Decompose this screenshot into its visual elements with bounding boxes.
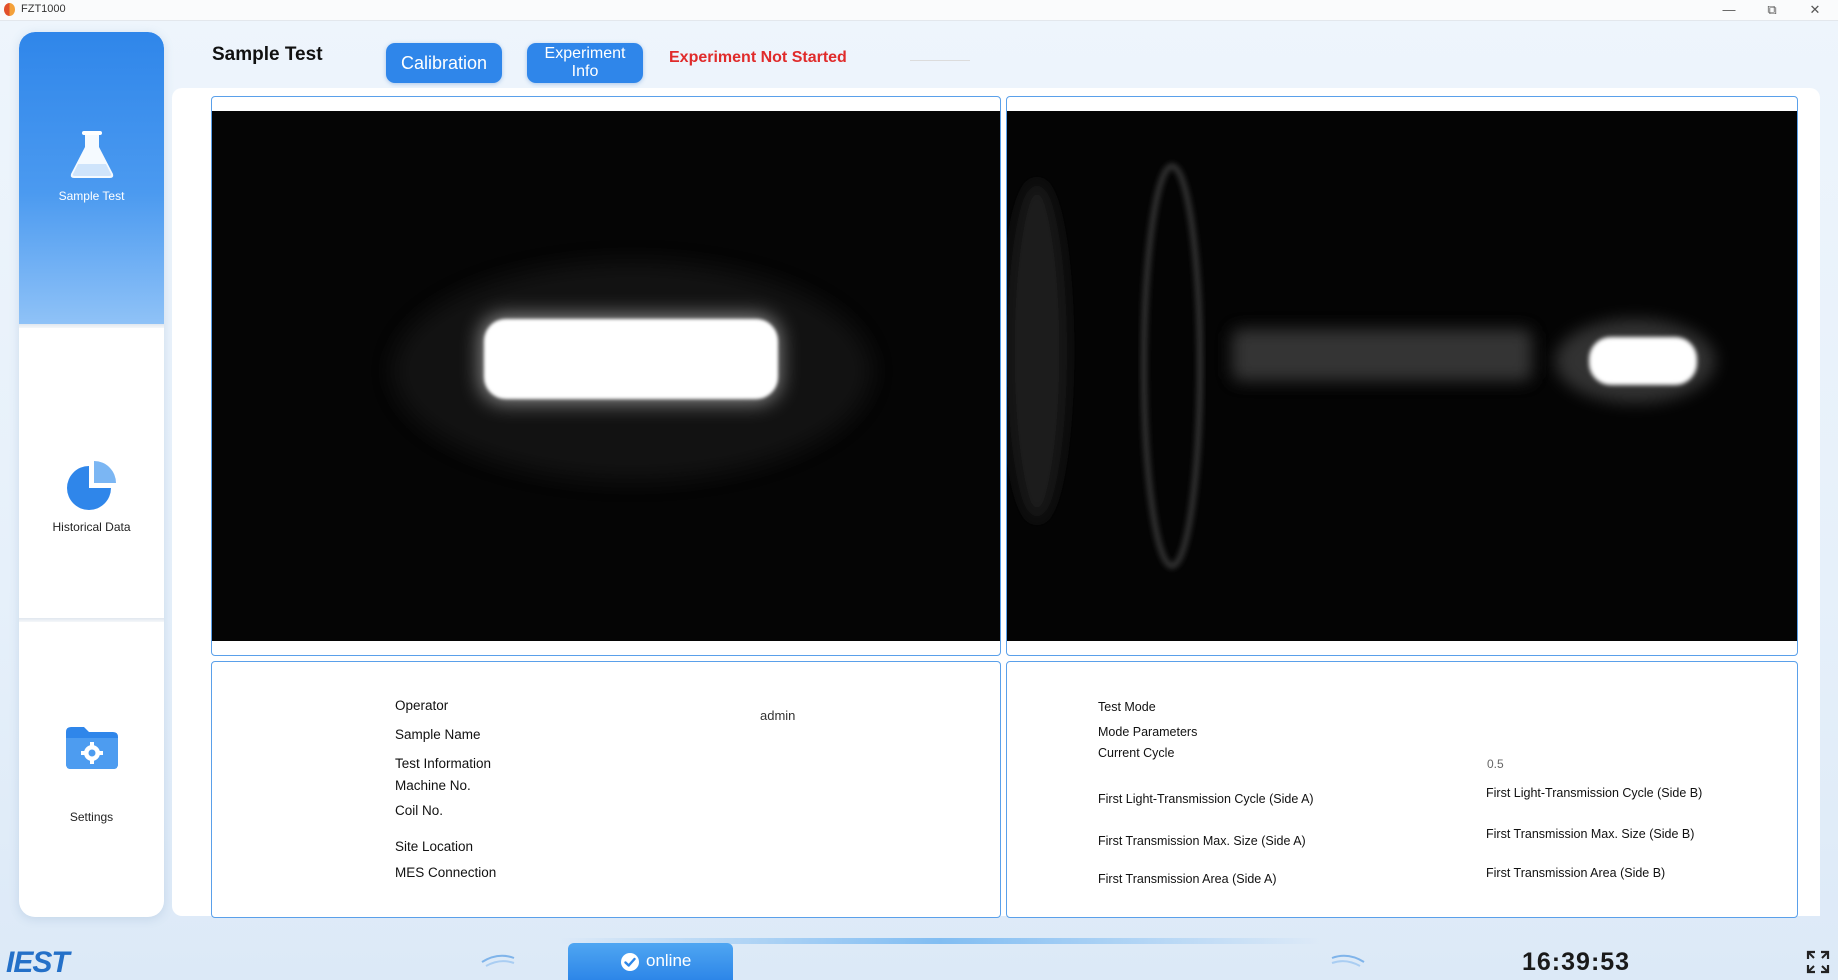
camera-image-a (212, 111, 1000, 641)
machine-no-label: Machine No. (395, 778, 471, 793)
first-cycle-side-a-label: First Light-Transmission Cycle (Side A) (1098, 792, 1314, 806)
test-information-label: Test Information (395, 756, 492, 771)
experiment-info-label-line1: Experiment (544, 45, 626, 62)
fullscreen-icon[interactable] (1806, 950, 1830, 974)
sidebar: Sample Test Historical Data Settings (19, 32, 164, 917)
first-area-side-a-label: First Transmission Area (Side A) (1098, 872, 1277, 886)
first-cycle-side-b-label: First Light-Transmission Cycle (Side B) (1486, 786, 1703, 800)
wave-right-icon (1331, 954, 1365, 967)
coil-no-label: Coil No. (395, 803, 444, 818)
check-circle-icon (621, 953, 639, 971)
operator-value: admin (760, 708, 796, 723)
sidebar-item-sample-test[interactable]: Sample Test (19, 32, 164, 324)
minimize-button[interactable]: — (1714, 0, 1744, 20)
app-title: FZT1000 (21, 3, 66, 15)
camera-view-side-a (211, 96, 1001, 656)
pie-chart-icon (67, 461, 116, 510)
current-cycle-label: Current Cycle (1098, 746, 1175, 760)
calibration-button-label: Calibration (400, 53, 488, 73)
camera-feed-b (1007, 111, 1797, 641)
sample-name-label: Sample Name (395, 727, 481, 742)
online-status-badge: online (568, 943, 733, 980)
test-mode-label: Test Mode (1098, 700, 1156, 714)
close-button[interactable]: ✕ (1800, 0, 1830, 20)
brand-logo: IEST (6, 946, 70, 979)
clock: 16:39:53 (1522, 948, 1631, 976)
sidebar-item-label: Sample Test (58, 189, 125, 203)
operator-label: Operator (395, 698, 449, 713)
info-panel-right: Test Mode Mode Parameters Current Cycle … (1006, 661, 1798, 918)
sidebar-item-label: Settings (69, 810, 114, 824)
sidebar-item-settings[interactable]: Settings (19, 622, 164, 917)
site-location-label: Site Location (395, 839, 474, 854)
camera-view-side-b (1006, 96, 1798, 656)
mes-connection-label: MES Connection (395, 865, 497, 880)
first-max-size-side-a-label: First Transmission Max. Size (Side A) (1098, 834, 1306, 848)
sidebar-item-historical-data[interactable]: Historical Data (19, 328, 164, 618)
mode-parameters-label: Mode Parameters (1098, 725, 1198, 739)
calibration-button[interactable]: Calibration (386, 43, 502, 83)
experiment-status: Experiment Not Started (669, 49, 847, 66)
info-panel-left: Operator admin Sample Name Test Informat… (211, 661, 1001, 918)
app-logo-icon (4, 3, 15, 16)
camera-feed-a (212, 111, 1000, 641)
experiment-info-button[interactable]: Experiment Info (527, 43, 643, 83)
experiment-info-label-line2: Info (571, 63, 599, 80)
current-cycle-value: 0.5 (1487, 757, 1504, 771)
wave-left-icon (481, 954, 515, 967)
title-bar: FZT1000 — ⧉ ✕ (0, 0, 1838, 21)
gear-folder-icon (66, 727, 118, 769)
sidebar-item-label: Historical Data (52, 520, 131, 534)
page-title: Sample Test (212, 44, 323, 65)
flask-icon (70, 131, 114, 178)
online-status-label: online (646, 951, 692, 970)
first-max-size-side-b-label: First Transmission Max. Size (Side B) (1486, 827, 1695, 841)
camera-image-b (1007, 111, 1797, 641)
restore-button[interactable]: ⧉ (1757, 0, 1787, 20)
first-area-side-b-label: First Transmission Area (Side B) (1486, 866, 1666, 880)
divider (910, 60, 970, 61)
